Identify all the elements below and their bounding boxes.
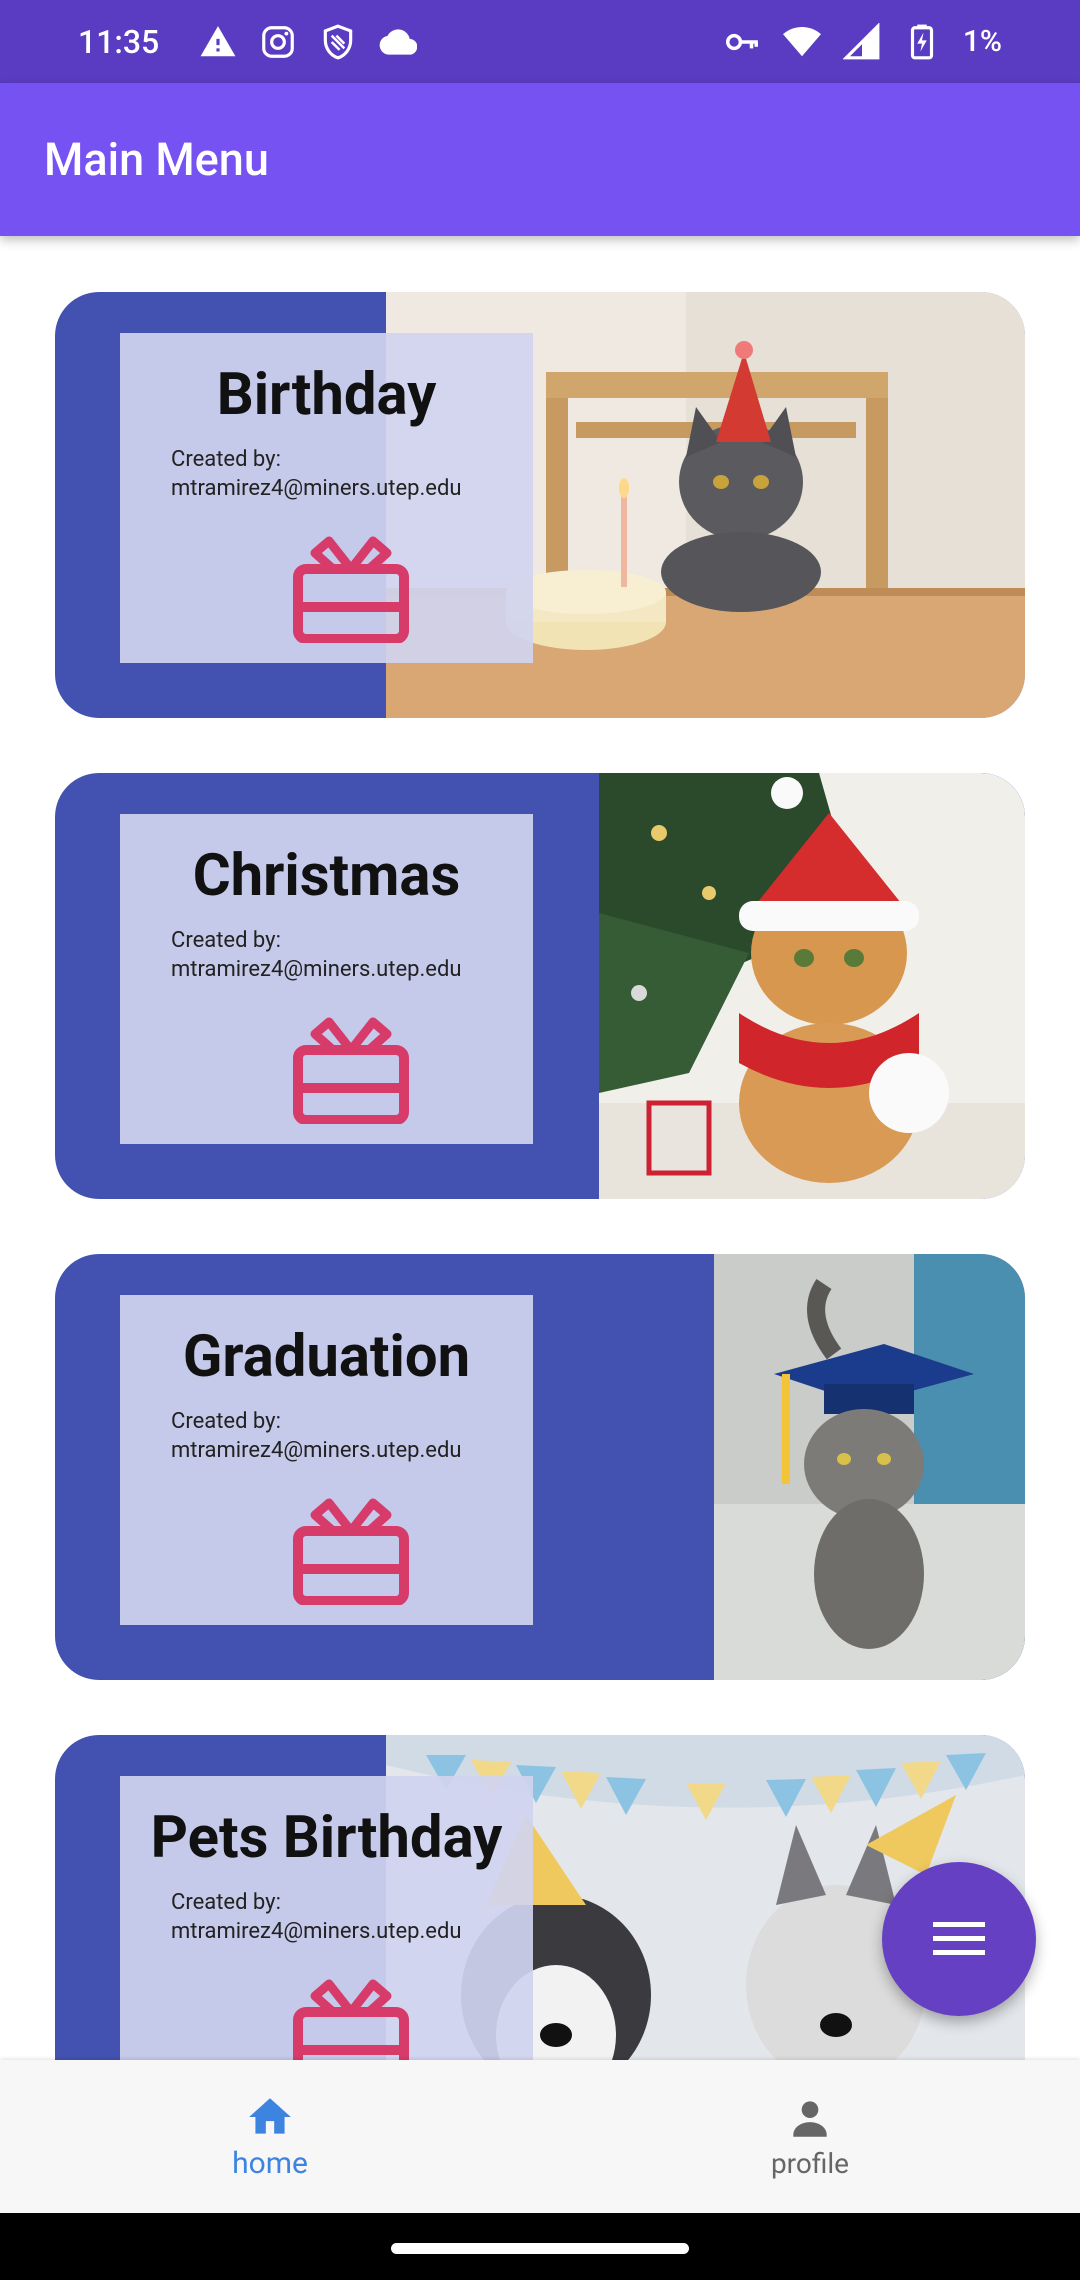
card-title: Graduation xyxy=(182,1323,471,1391)
app-bar: Main Menu xyxy=(0,83,1080,236)
card-title: Christmas xyxy=(192,842,461,910)
person-icon xyxy=(793,2101,827,2137)
created-by-label: Created by: xyxy=(171,447,281,472)
status-bar: 11:35 1% xyxy=(0,0,1080,83)
warning-icon xyxy=(200,25,236,56)
instagram-icon xyxy=(262,25,295,58)
card-birthday[interactable]: Birthday Created by: mtramirez4@miners.u… xyxy=(55,292,1025,718)
page-title: Main Menu xyxy=(44,133,269,186)
card-title: Birthday xyxy=(216,361,437,429)
christmas-cat-photo xyxy=(599,773,1025,1199)
card-pets-birthday[interactable]: Pets Birthday Created by: mtramirez4@min… xyxy=(55,1735,1025,2060)
status-time: 11:35 xyxy=(78,22,160,61)
card-info-panel: Graduation Created by: mtramirez4@miners… xyxy=(120,1295,533,1625)
card-creator: Created by: mtramirez4@miners.utep.edu xyxy=(171,926,462,984)
creator-email: mtramirez4@miners.utep.edu xyxy=(171,1438,462,1463)
card-title: Pets Birthday xyxy=(150,1804,503,1872)
creator-email: mtramirez4@miners.utep.edu xyxy=(171,476,462,501)
vpn-key-icon xyxy=(725,33,758,50)
menu-fab-button[interactable] xyxy=(882,1862,1036,2016)
gesture-handle[interactable] xyxy=(391,2243,689,2254)
card-creator: Created by: mtramirez4@miners.utep.edu xyxy=(171,1888,462,1946)
nav-item-profile[interactable]: profile xyxy=(540,2060,1080,2213)
battery-percent: 1% xyxy=(962,24,1002,59)
card-christmas[interactable]: Christmas Created by: mtramirez4@miners.… xyxy=(55,773,1025,1199)
created-by-label: Created by: xyxy=(171,1409,281,1434)
nav-item-home[interactable]: home xyxy=(0,2060,540,2213)
card-creator: Created by: mtramirez4@miners.utep.edu xyxy=(171,445,462,503)
card-info-panel: Pets Birthday Created by: mtramirez4@min… xyxy=(120,1776,533,2060)
wifi-icon xyxy=(782,26,821,56)
gift-icon xyxy=(293,1498,409,1605)
card-creator: Created by: mtramirez4@miners.utep.edu xyxy=(171,1407,462,1465)
created-by-label: Created by: xyxy=(171,928,281,953)
signal-icon xyxy=(842,22,880,59)
creator-email: mtramirez4@miners.utep.edu xyxy=(171,1919,462,1944)
gift-icon xyxy=(293,536,409,643)
home-icon xyxy=(249,2098,291,2134)
card-graduation[interactable]: Graduation Created by: mtramirez4@miners… xyxy=(55,1254,1025,1680)
system-navigation-bar xyxy=(0,2213,1080,2280)
cloud-icon xyxy=(379,28,418,55)
card-info-panel: Christmas Created by: mtramirez4@miners.… xyxy=(120,814,533,1144)
gift-icon xyxy=(293,1017,409,1124)
graduation-cat-photo xyxy=(714,1254,1025,1680)
creator-email: mtramirez4@miners.utep.edu xyxy=(171,957,462,982)
nav-label-profile: profile xyxy=(770,2147,850,2180)
bottom-navigation: home profile xyxy=(0,2060,1080,2213)
created-by-label: Created by: xyxy=(171,1890,281,1915)
gift-icon xyxy=(293,1979,409,2060)
nav-label-home: home xyxy=(232,2146,308,2181)
card-list[interactable]: Birthday Created by: mtramirez4@miners.u… xyxy=(0,236,1080,2060)
menu-icon xyxy=(933,1922,985,1955)
shield-icon xyxy=(323,23,353,59)
battery-charging-icon xyxy=(910,24,933,59)
card-info-panel: Birthday Created by: mtramirez4@miners.u… xyxy=(120,333,533,663)
